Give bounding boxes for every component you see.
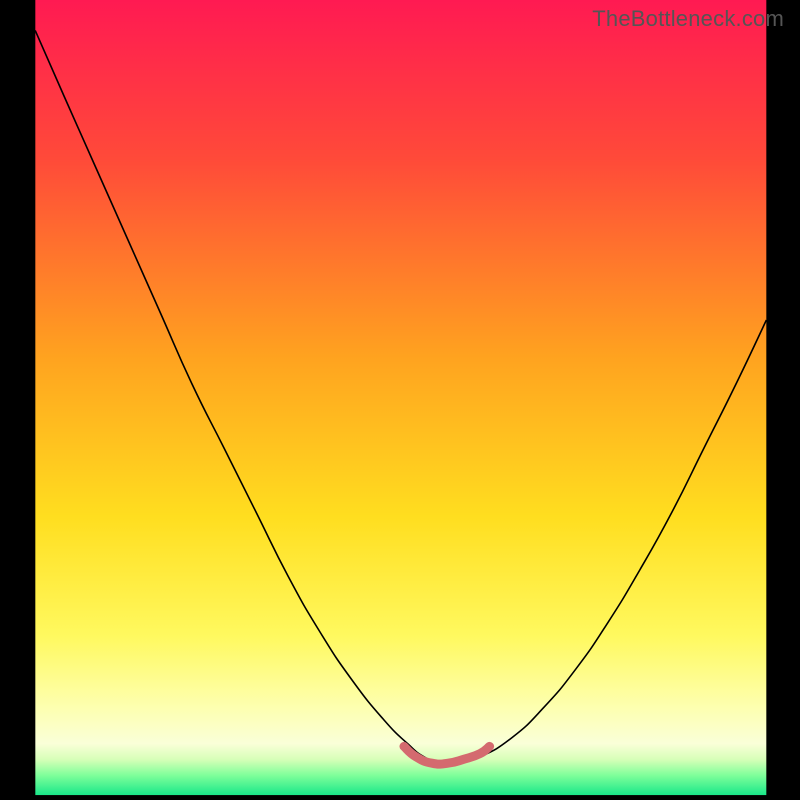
- attribution-text: TheBottleneck.com: [592, 6, 784, 32]
- gradient-background: [35, 0, 766, 795]
- frame-bottom: [0, 795, 800, 800]
- chart-container: TheBottleneck.com: [0, 0, 800, 800]
- bottleneck-chart: [0, 0, 800, 800]
